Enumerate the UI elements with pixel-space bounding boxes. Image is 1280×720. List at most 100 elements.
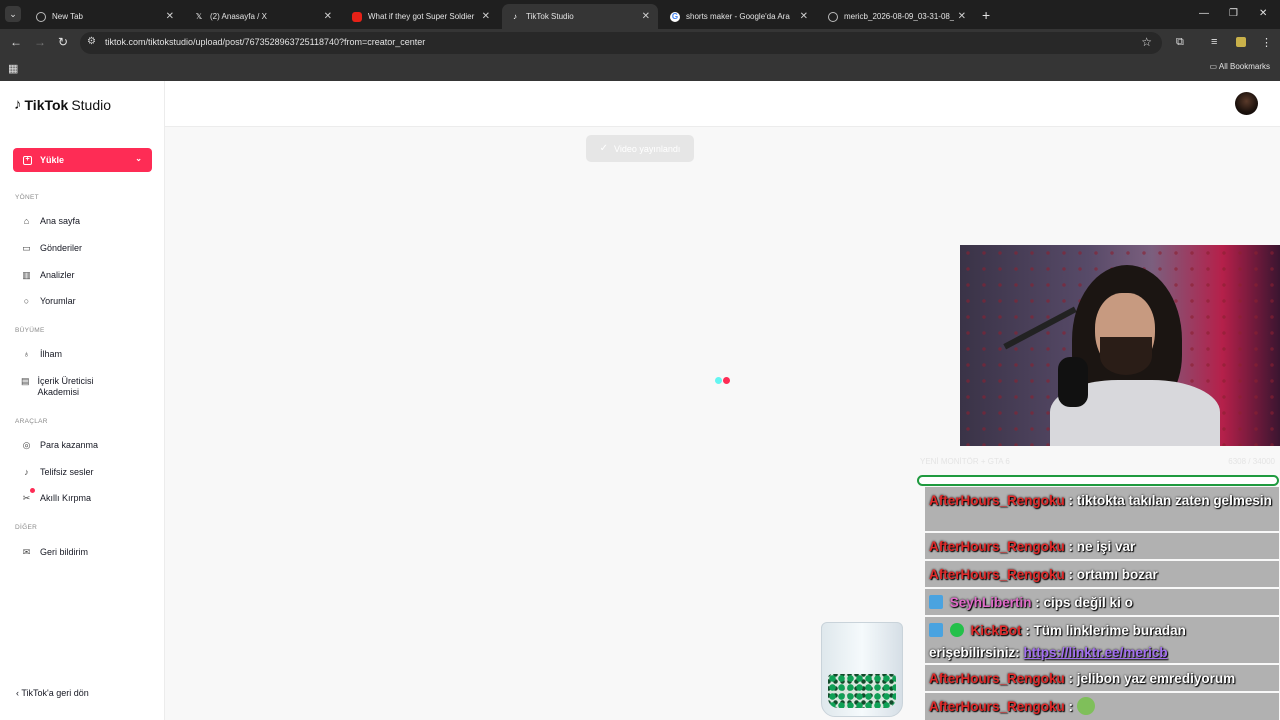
home-icon: ⌂ xyxy=(23,216,30,226)
sidebar-item-home[interactable]: ⌂ Ana sayfa xyxy=(21,216,80,227)
sidebar-item-label: Akıllı Kırpma xyxy=(40,493,92,503)
extension-icon[interactable] xyxy=(1236,37,1246,47)
chat-username: SeyhLibertin xyxy=(949,595,1032,610)
sidebar-item-label: Telifsiz sesler xyxy=(40,467,94,477)
jellybeans xyxy=(828,674,896,708)
tiktok-studio-logo[interactable]: ♪ TikTok Studio xyxy=(14,96,111,113)
stream-goal-title: YENİ MONİTÖR + GTA 6 xyxy=(920,457,1010,466)
sidebar-item-posts[interactable]: ▭ Gönderiler xyxy=(21,243,82,254)
stream-goal-count: 6308 / 34000 xyxy=(1228,457,1275,466)
chat-username: AfterHours_Rengoku xyxy=(929,539,1065,554)
sidebar-item-label: Yorumlar xyxy=(40,296,76,306)
site-info-icon[interactable]: ⚙ xyxy=(87,36,96,47)
all-bookmarks-label: All Bookmarks xyxy=(1218,62,1270,71)
restore-icon[interactable]: ❐ xyxy=(1229,8,1238,19)
extensions-icon[interactable]: ⧉ xyxy=(1176,36,1184,49)
sidebar-item-comments[interactable]: ○ Yorumlar xyxy=(21,296,76,307)
browser-tab-x[interactable]: 𝕏 (2) Anasayfa / X ✕ xyxy=(186,4,340,29)
section-title-growth: BÜYÜME xyxy=(15,327,45,334)
chat-message: AfterHours_Rengoku : jelibon yaz emrediy… xyxy=(925,665,1279,691)
mail-icon: ✉ xyxy=(22,547,31,557)
chat-text: : ne işi var xyxy=(1068,539,1136,554)
chat-link[interactable]: https://linktr.ee/mericb xyxy=(1024,645,1168,660)
close-icon[interactable]: ✕ xyxy=(482,11,490,22)
chart-icon: ▥ xyxy=(22,270,31,280)
chat-message: AfterHours_Rengoku : ne işi var xyxy=(925,533,1279,559)
section-title-other: DİĞER xyxy=(15,524,38,531)
sidebar-item-academy[interactable]: ▤ İçerik Üreticisi Akademisi xyxy=(21,376,111,398)
all-bookmarks-button[interactable]: ▭ All Bookmarks xyxy=(1210,62,1270,71)
scissors-icon: ✂ xyxy=(22,493,31,503)
sidebar-item-monetization[interactable]: ◎ Para kazanma xyxy=(21,440,98,451)
bookmark-star-icon[interactable]: ☆ xyxy=(1141,35,1152,49)
chevron-down-icon[interactable]: ⌄ xyxy=(135,154,142,163)
browser-tab-youtube[interactable]: What if they got Super Soldier ✕ xyxy=(344,4,498,29)
reading-list-icon[interactable]: ≡ xyxy=(1211,36,1217,48)
chat-message: AfterHours_Rengoku : tiktokta takılan za… xyxy=(925,487,1279,531)
browser-tab-google[interactable]: G shorts maker - Google'da Ara ✕ xyxy=(662,4,816,29)
close-icon[interactable]: ✕ xyxy=(324,11,332,22)
section-title-tools: ARAÇLAR xyxy=(15,418,48,425)
close-icon[interactable]: ✕ xyxy=(958,11,966,22)
sidebar-item-label: Para kazanma xyxy=(40,440,99,450)
url-text[interactable]: tiktok.com/tiktokstudio/upload/post/7673… xyxy=(105,37,425,47)
chat-text: : cips değil ki o xyxy=(1035,595,1133,610)
tab-title: (2) Anasayfa / X xyxy=(210,12,267,21)
microphone xyxy=(1058,357,1088,407)
close-icon[interactable]: ✕ xyxy=(166,11,174,22)
back-label: TikTok'a geri dön xyxy=(21,688,89,698)
new-tab-button[interactable]: + xyxy=(982,7,990,23)
tab-title: mericb_2026-08-09_03-31-08_ xyxy=(844,12,954,21)
youtube-icon xyxy=(352,11,362,22)
chat-text: : tiktokta takılan zaten gelmesin xyxy=(1068,493,1272,508)
address-bar[interactable]: ⚙ tiktok.com/tiktokstudio/upload/post/76… xyxy=(80,32,1162,54)
logo-product: Studio xyxy=(71,96,112,113)
chat-text: : jelibon yaz emrediyorum xyxy=(1068,671,1236,686)
back-arrow-icon[interactable]: ← xyxy=(10,35,22,49)
toast-text: Video yayınlandı xyxy=(614,143,681,154)
close-icon[interactable]: ✕ xyxy=(800,11,808,22)
tiktok-icon: ♪ xyxy=(513,11,517,21)
chat-text: : xyxy=(1068,699,1074,714)
tab-title: What if they got Super Soldier xyxy=(368,12,475,21)
pickaxe-badge-icon xyxy=(929,623,943,637)
browser-tab-new-tab[interactable]: New Tab ✕ xyxy=(28,4,182,29)
reload-icon[interactable]: ↻ xyxy=(58,35,68,49)
x-logo-icon: 𝕏 xyxy=(195,11,203,21)
globe-icon xyxy=(36,11,46,22)
tab-title: New Tab xyxy=(52,12,83,21)
bookmarks-bar: ▦ ▭ All Bookmarks xyxy=(0,56,1280,81)
browser-tab-bar: ⌄ New Tab ✕ 𝕏 (2) Anasayfa / X ✕ What if… xyxy=(0,0,1280,29)
loading-spinner-dot-cyan xyxy=(715,377,722,384)
streamer-beard xyxy=(1100,337,1152,375)
menu-dots-icon[interactable]: ⋮ xyxy=(1261,36,1272,49)
lightbulb-icon: ♁ xyxy=(23,349,30,359)
sidebar-item-feedback[interactable]: ✉ Geri bildirim xyxy=(21,547,88,558)
music-icon: ♪ xyxy=(24,467,29,477)
browser-tab-mericb[interactable]: mericb_2026-08-09_03-31-08_ ✕ xyxy=(820,4,974,29)
apps-grid-icon[interactable]: ▦ xyxy=(8,62,18,75)
chat-username: AfterHours_Rengoku xyxy=(929,567,1065,582)
logo-brand: TikTok xyxy=(24,96,69,113)
window-close-icon[interactable]: ✕ xyxy=(1259,8,1267,19)
tab-title: shorts maker - Google'da Ara xyxy=(686,12,790,21)
browser-tab-tiktok-studio[interactable]: ♪ TikTok Studio ✕ xyxy=(502,4,658,29)
video-published-toast: ✓ Video yayınlandı xyxy=(586,135,694,162)
sidebar-item-royalty-free-sounds[interactable]: ♪ Telifsiz sesler xyxy=(21,467,94,478)
minimize-icon[interactable]: — xyxy=(1199,8,1209,19)
verified-badge-icon xyxy=(949,623,964,637)
chat-username: AfterHours_Rengoku xyxy=(929,671,1065,686)
forward-arrow-icon[interactable]: → xyxy=(34,35,46,49)
google-icon: G xyxy=(670,11,680,22)
close-icon[interactable]: ✕ xyxy=(642,11,650,22)
plus-icon: + xyxy=(23,155,32,165)
back-to-tiktok-link[interactable]: ‹ TikTok'a geri dön xyxy=(16,688,89,698)
sidebar-item-inspiration[interactable]: ♁ İlham xyxy=(21,349,62,360)
tab-search-icon[interactable]: ⌄ xyxy=(5,6,21,22)
upload-button[interactable]: + Yükle ⌄ xyxy=(13,148,152,172)
sidebar-item-analytics[interactable]: ▥ Analizler xyxy=(21,270,74,281)
avatar[interactable] xyxy=(1235,92,1258,115)
sidebar-item-smart-trim[interactable]: ✂ Akıllı Kırpma xyxy=(21,493,91,504)
sidebar-item-label: İçerik Üreticisi Akademisi xyxy=(37,376,94,397)
upload-label: Yükle xyxy=(40,155,65,165)
